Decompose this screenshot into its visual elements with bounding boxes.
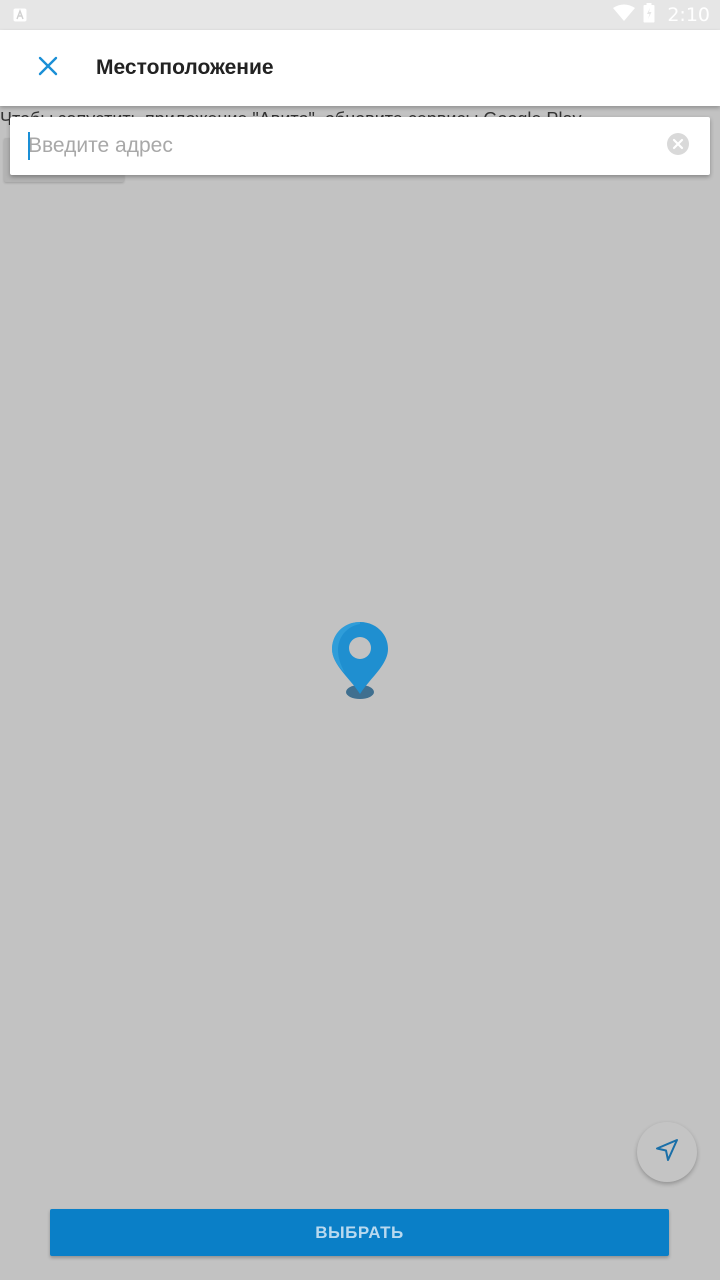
- map-pin-icon: [330, 620, 390, 702]
- status-time: 2:10: [667, 4, 710, 26]
- navigation-arrow-icon: [654, 1137, 680, 1168]
- notification-a-icon: [12, 7, 28, 23]
- address-search-box: [10, 117, 710, 175]
- status-right: 2:10: [613, 2, 710, 28]
- wifi-icon: [613, 4, 636, 27]
- close-icon: [38, 56, 58, 81]
- close-button[interactable]: [24, 44, 72, 92]
- clear-search-button[interactable]: [656, 124, 700, 168]
- status-left: [12, 7, 28, 23]
- clear-icon: [666, 132, 690, 161]
- my-location-button[interactable]: [637, 1122, 697, 1182]
- select-button-label: ВЫБРАТЬ: [315, 1222, 404, 1242]
- battery-icon: [643, 2, 655, 28]
- address-search-input[interactable]: [10, 117, 656, 175]
- page-title: Местоположение: [96, 56, 274, 79]
- app-bar: Местоположение: [0, 30, 720, 106]
- status-bar: 2:10: [0, 0, 720, 30]
- select-button[interactable]: ВЫБРАТЬ: [50, 1209, 669, 1256]
- text-caret: [28, 132, 30, 160]
